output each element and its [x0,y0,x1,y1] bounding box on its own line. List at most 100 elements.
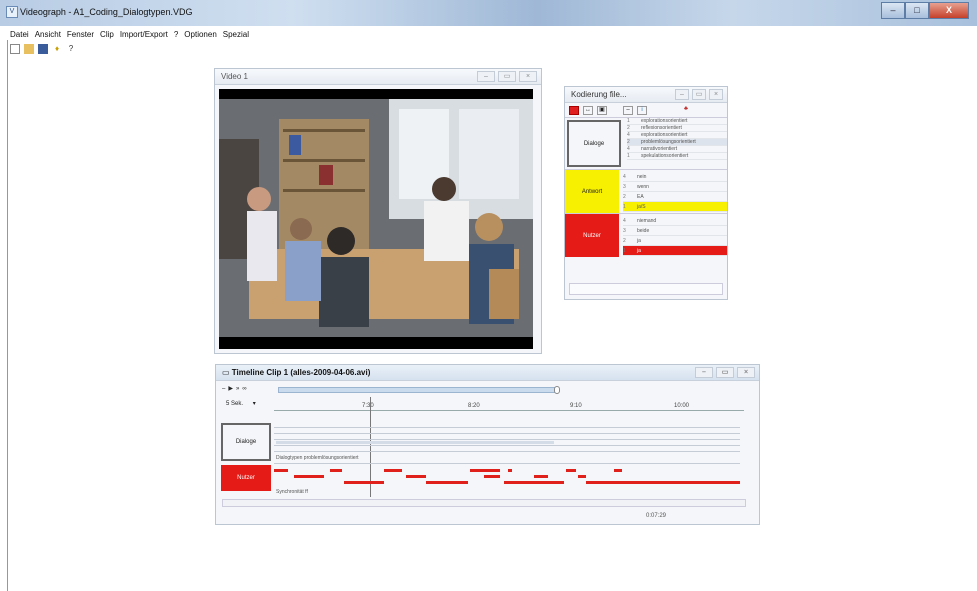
track-segment[interactable] [586,481,622,484]
list-item[interactable]: 1 ja [623,246,727,256]
track-caption: Dialogtypen problemlösungsorientiert [276,455,359,461]
tick-label: 8:20 [468,403,480,409]
pin-icon[interactable]: ♦ [52,44,62,54]
record-icon[interactable] [569,105,579,115]
list-item[interactable]: 1 spekulationsorientiert [627,153,727,160]
save-icon[interactable]: ▣ [597,105,607,115]
track-line [274,463,740,464]
play-icon[interactable]: ▶ [228,385,233,392]
fast-forward-icon[interactable]: » [236,386,239,392]
track-caption: Synchronität ff [276,489,308,495]
minimize-icon[interactable]: – [675,89,689,100]
close-icon[interactable]: × [519,71,537,82]
list-item[interactable]: 4 nein [623,172,727,182]
window-controls: – □ X [881,2,969,20]
list-item[interactable]: 2 reflexionsorientiert [627,125,727,132]
menu-help[interactable]: ? [174,30,178,39]
open-folder-icon[interactable] [24,44,34,54]
track-segments [274,465,744,491]
list-item[interactable]: 4 explorationsorientiert [627,132,727,139]
track-segment[interactable] [294,475,324,478]
tick-label: 9:10 [570,403,582,409]
video-player[interactable] [219,89,533,349]
category-items: 4 niemand 3 beide 2 ja 1 ja [619,214,727,257]
menu-fenster[interactable]: Fenster [67,30,94,39]
coding-panel-footer [569,283,723,295]
category-label: Nutzer [583,232,601,239]
position-scrollbar[interactable] [278,387,556,393]
track-segment[interactable] [384,469,402,472]
minus-icon[interactable]: – [623,105,633,115]
track-segment[interactable] [534,475,548,478]
track-line [274,433,740,434]
coding-panel-title: Kodierung file... [571,90,627,99]
track-dialoge[interactable]: Dialoge [221,423,271,461]
minimize-button[interactable]: – [881,2,905,19]
restore-icon[interactable]: ▭ [692,89,706,100]
minimize-icon[interactable]: – [695,367,713,378]
close-icon[interactable]: × [709,89,723,100]
timecode-readout: 0:07:29 [646,513,667,519]
restore-icon[interactable]: ▭ [498,71,516,82]
expand-icon[interactable]: ↔ [583,105,593,115]
list-item[interactable]: 2 problemlösungsorientiert [627,139,727,146]
list-item[interactable]: 1 ja/S [623,202,727,212]
track-segment[interactable] [622,481,740,484]
track-segment[interactable] [330,469,342,472]
info-icon[interactable]: i [637,105,647,115]
new-file-icon[interactable] [10,44,20,54]
help-cursor-icon[interactable]: ? [66,44,76,54]
track-segment[interactable] [470,469,500,472]
track-segment[interactable] [484,475,500,478]
toolbar: ♦ ? [10,42,76,56]
list-item[interactable]: 3 beide [623,226,727,236]
track-segment[interactable] [344,481,384,484]
track-segment[interactable] [566,469,576,472]
category-box[interactable]: Dialoge [567,120,621,167]
left-divider [7,40,8,591]
track-label: Nutzer [237,475,255,481]
maximize-button[interactable]: □ [905,2,929,19]
list-item[interactable]: 2 EA [623,192,727,202]
menu-spezial[interactable]: Spezial [223,30,249,39]
tick-label: 7:30 [362,403,374,409]
menu-optionen[interactable]: Optionen [184,30,216,39]
list-item[interactable]: 2 ja [623,236,727,246]
category-label: Antwort [581,188,603,195]
close-icon[interactable]: × [737,367,755,378]
menu-datei[interactable]: Datei [10,30,29,39]
track-segment[interactable] [614,469,622,472]
track-segment[interactable] [578,475,586,478]
close-button[interactable]: X [929,2,969,19]
zoom-out-icon[interactable]: – [222,386,225,392]
category-label: Dialoge [583,140,605,147]
category-box[interactable]: Nutzer [565,214,619,257]
list-item[interactable]: 1 explorationsorientiert [627,118,727,125]
track-segment[interactable] [406,475,426,478]
category-box[interactable]: Antwort [565,170,619,213]
save-icon[interactable] [38,44,48,54]
category-items: 4 nein 3 wenn 2 EA 1 ja/S [619,170,727,213]
track-segment[interactable] [508,469,512,472]
restore-icon[interactable]: ▭ [716,367,734,378]
menu-clip[interactable]: Clip [100,30,114,39]
track-segment[interactable] [276,441,554,444]
coding-toolbar: ↔ ▣ – i ♣ [565,103,727,117]
list-item[interactable]: 4 niemand [623,216,727,226]
track-nutzer[interactable]: Nutzer [221,465,271,491]
horizontal-scrollbar[interactable] [222,499,746,507]
track-segment[interactable] [426,481,468,484]
list-item[interactable]: 3 wenn [623,182,727,192]
group-icon[interactable]: ♣ [681,106,691,115]
position-scroll-handle[interactable] [554,386,560,394]
minimize-icon[interactable]: – [477,71,495,82]
menu-ansicht[interactable]: Ansicht [35,30,61,39]
track-label: Dialoge [235,439,257,445]
list-item[interactable]: 4 narrativorientiert [627,146,727,153]
window-titlebar: V Videograph - A1_Coding_Dialogtypen.VDG… [0,0,977,26]
track-segment[interactable] [274,469,288,472]
menu-import-export[interactable]: Import/Export [120,30,168,39]
track-segment[interactable] [504,481,564,484]
zoom-select[interactable]: 5 Sek. ▾ [226,400,256,407]
loop-icon[interactable]: ∞ [242,386,246,392]
